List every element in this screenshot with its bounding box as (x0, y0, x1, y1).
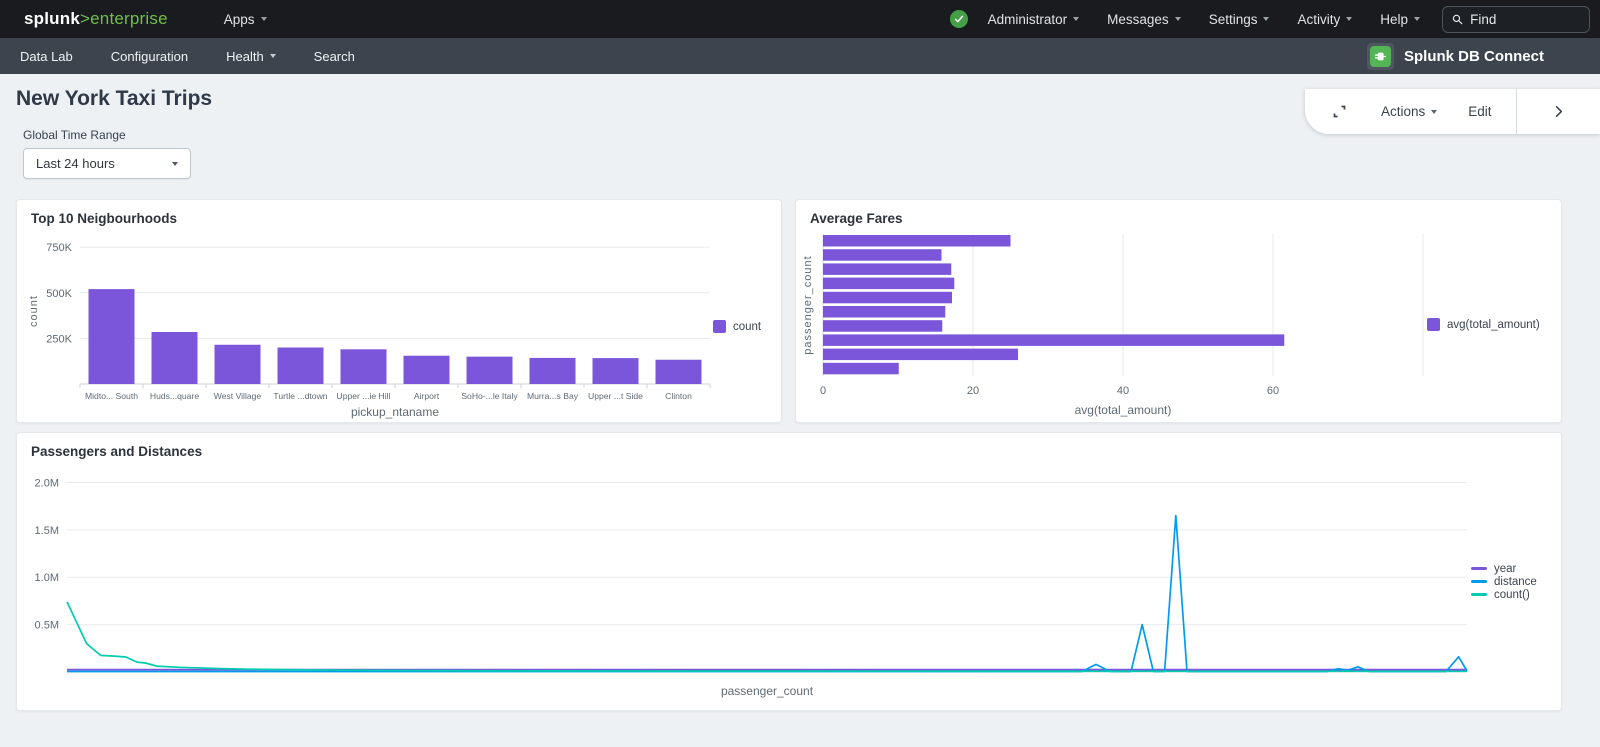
chart-legend: year distance count() (1471, 563, 1537, 601)
find-search-box[interactable] (1442, 6, 1590, 33)
panel-average-fares: Average Fares 0 20 40 60 passenger_count avg(… (795, 199, 1562, 423)
chevron-down-icon (1346, 17, 1352, 21)
chevron-down-icon (172, 162, 178, 166)
svg-text:0.5M: 0.5M (35, 620, 59, 632)
svg-text:Airport: Airport (414, 391, 440, 401)
legend-swatch (1471, 580, 1487, 583)
legend-item: distance (1471, 576, 1537, 588)
chevron-down-icon (270, 54, 276, 58)
splunk-topbar: splunk>enterprise Apps Administrator Mes… (0, 0, 1600, 38)
chart-legend: avg(total_amount) (1427, 318, 1540, 331)
bar-chart-canvas[interactable]: 250K 500K 750K count Midto... South Huds...qu… (21, 226, 713, 427)
chevron-right-icon (1551, 104, 1566, 119)
panel-row-bottom: Passengers and Distances 0.5M 1.0M 1.5M 2.0… (16, 432, 1562, 711)
search-icon (1452, 13, 1463, 26)
legend-item: year (1471, 563, 1537, 575)
health-status-icon[interactable] (950, 10, 968, 28)
actions-button[interactable]: Actions (1381, 104, 1437, 119)
edit-button[interactable]: Edit (1468, 104, 1491, 119)
db-connect-icon-frame (1367, 43, 1394, 70)
logo-brand: splunk (24, 9, 80, 28)
legend-item: count() (1471, 589, 1537, 601)
svg-text:count: count (28, 295, 40, 327)
svg-text:2.0M: 2.0M (35, 477, 59, 489)
panel-row-top: Top 10 Neigbourhoods 250K 500K 750K count Mi… (16, 199, 1562, 423)
svg-text:pickup_ntaname: pickup_ntaname (351, 405, 439, 419)
legend-swatch (1471, 593, 1487, 596)
time-range-value: Last 24 hours (36, 156, 115, 171)
expand-icon (1331, 103, 1348, 120)
svg-text:passenger_count: passenger_count (803, 255, 814, 354)
chevron-down-icon (1175, 17, 1181, 21)
account-menu[interactable]: Administrator (988, 12, 1080, 27)
svg-text:Huds...quare: Huds...quare (150, 391, 199, 401)
legend-swatch (1427, 318, 1440, 331)
legend-swatch (1471, 567, 1487, 570)
svg-text:Upper ...ie Hill: Upper ...ie Hill (337, 391, 391, 401)
nav-item-health[interactable]: Health (226, 49, 276, 64)
nav-item-data-lab[interactable]: Data Lab (20, 49, 73, 64)
chevron-down-icon (1414, 17, 1420, 21)
svg-text:avg(total_amount): avg(total_amount) (1075, 403, 1172, 417)
chevron-down-icon (1263, 17, 1269, 21)
svg-text:750K: 750K (46, 242, 72, 254)
nav-item-configuration[interactable]: Configuration (111, 49, 188, 64)
svg-text:SoHo-...le Italy: SoHo-...le Italy (461, 391, 518, 401)
chart-legend: count (713, 320, 761, 333)
svg-text:500K: 500K (46, 288, 72, 300)
svg-text:Midto... South: Midto... South (85, 391, 138, 401)
legend-item: avg(total_amount) (1427, 318, 1540, 331)
svg-text:Turtle ...dtown: Turtle ...dtown (273, 391, 327, 401)
find-input[interactable] (1470, 12, 1580, 27)
logo-product: enterprise (90, 9, 168, 28)
svg-text:1.5M: 1.5M (35, 525, 59, 537)
legend-item: count (713, 320, 761, 333)
check-icon (953, 13, 965, 25)
dashboard-toolbar: Actions Edit (1305, 89, 1600, 134)
svg-text:passenger_count: passenger_count (721, 684, 814, 698)
chevron-down-icon (261, 17, 267, 21)
messages-menu[interactable]: Messages (1107, 12, 1181, 27)
svg-text:West Village: West Village (214, 391, 262, 401)
svg-text:1.0M: 1.0M (35, 572, 59, 584)
activity-menu[interactable]: Activity (1297, 12, 1352, 27)
svg-text:20: 20 (967, 385, 979, 397)
panel-title: Average Fares (796, 200, 1561, 226)
panel-top-10-neighbourhoods: Top 10 Neigbourhoods 250K 500K 750K count Mi… (16, 199, 782, 423)
app-name-label: Splunk DB Connect (1404, 48, 1544, 65)
line-chart-canvas[interactable]: 0.5M 1.0M 1.5M 2.0M passenger_count (23, 459, 1471, 704)
chevron-down-icon (1073, 17, 1079, 21)
legend-swatch (713, 320, 726, 333)
plug-icon (1370, 46, 1391, 67)
svg-text:Upper ...t Side: Upper ...t Side (588, 391, 643, 401)
svg-text:60: 60 (1267, 385, 1279, 397)
time-range-dropdown[interactable]: Last 24 hours (23, 148, 191, 179)
app-identity[interactable]: Splunk DB Connect (1367, 43, 1544, 70)
svg-text:Clinton: Clinton (665, 391, 692, 401)
panel-title: Top 10 Neigbourhoods (17, 200, 781, 226)
panel-passengers-distances: Passengers and Distances 0.5M 1.0M 1.5M 2.0… (16, 432, 1562, 711)
fullscreen-button[interactable] (1331, 103, 1348, 120)
logo-gt: > (80, 9, 90, 28)
panel-title: Passengers and Distances (17, 433, 1561, 459)
chevron-down-icon (1431, 110, 1437, 114)
svg-text:40: 40 (1117, 385, 1129, 397)
splunk-enterprise-logo[interactable]: splunk>enterprise (24, 9, 168, 29)
dashboard-main: Actions Edit New York Taxi Trips Global … (0, 87, 1600, 747)
nav-item-search[interactable]: Search (314, 49, 355, 64)
svg-text:250K: 250K (46, 333, 72, 345)
hbar-chart-canvas[interactable]: 0 20 40 60 passenger_count avg(total_amount) (803, 226, 1427, 423)
svg-text:Murra...s Bay: Murra...s Bay (527, 391, 579, 401)
collapse-toolbar-button[interactable] (1516, 89, 1600, 134)
svg-text:0: 0 (820, 385, 826, 397)
settings-menu[interactable]: Settings (1209, 12, 1270, 27)
app-navbar: Data Lab Configuration Health Search Spl… (0, 38, 1600, 74)
help-menu[interactable]: Help (1380, 12, 1420, 27)
apps-menu[interactable]: Apps (224, 12, 267, 27)
